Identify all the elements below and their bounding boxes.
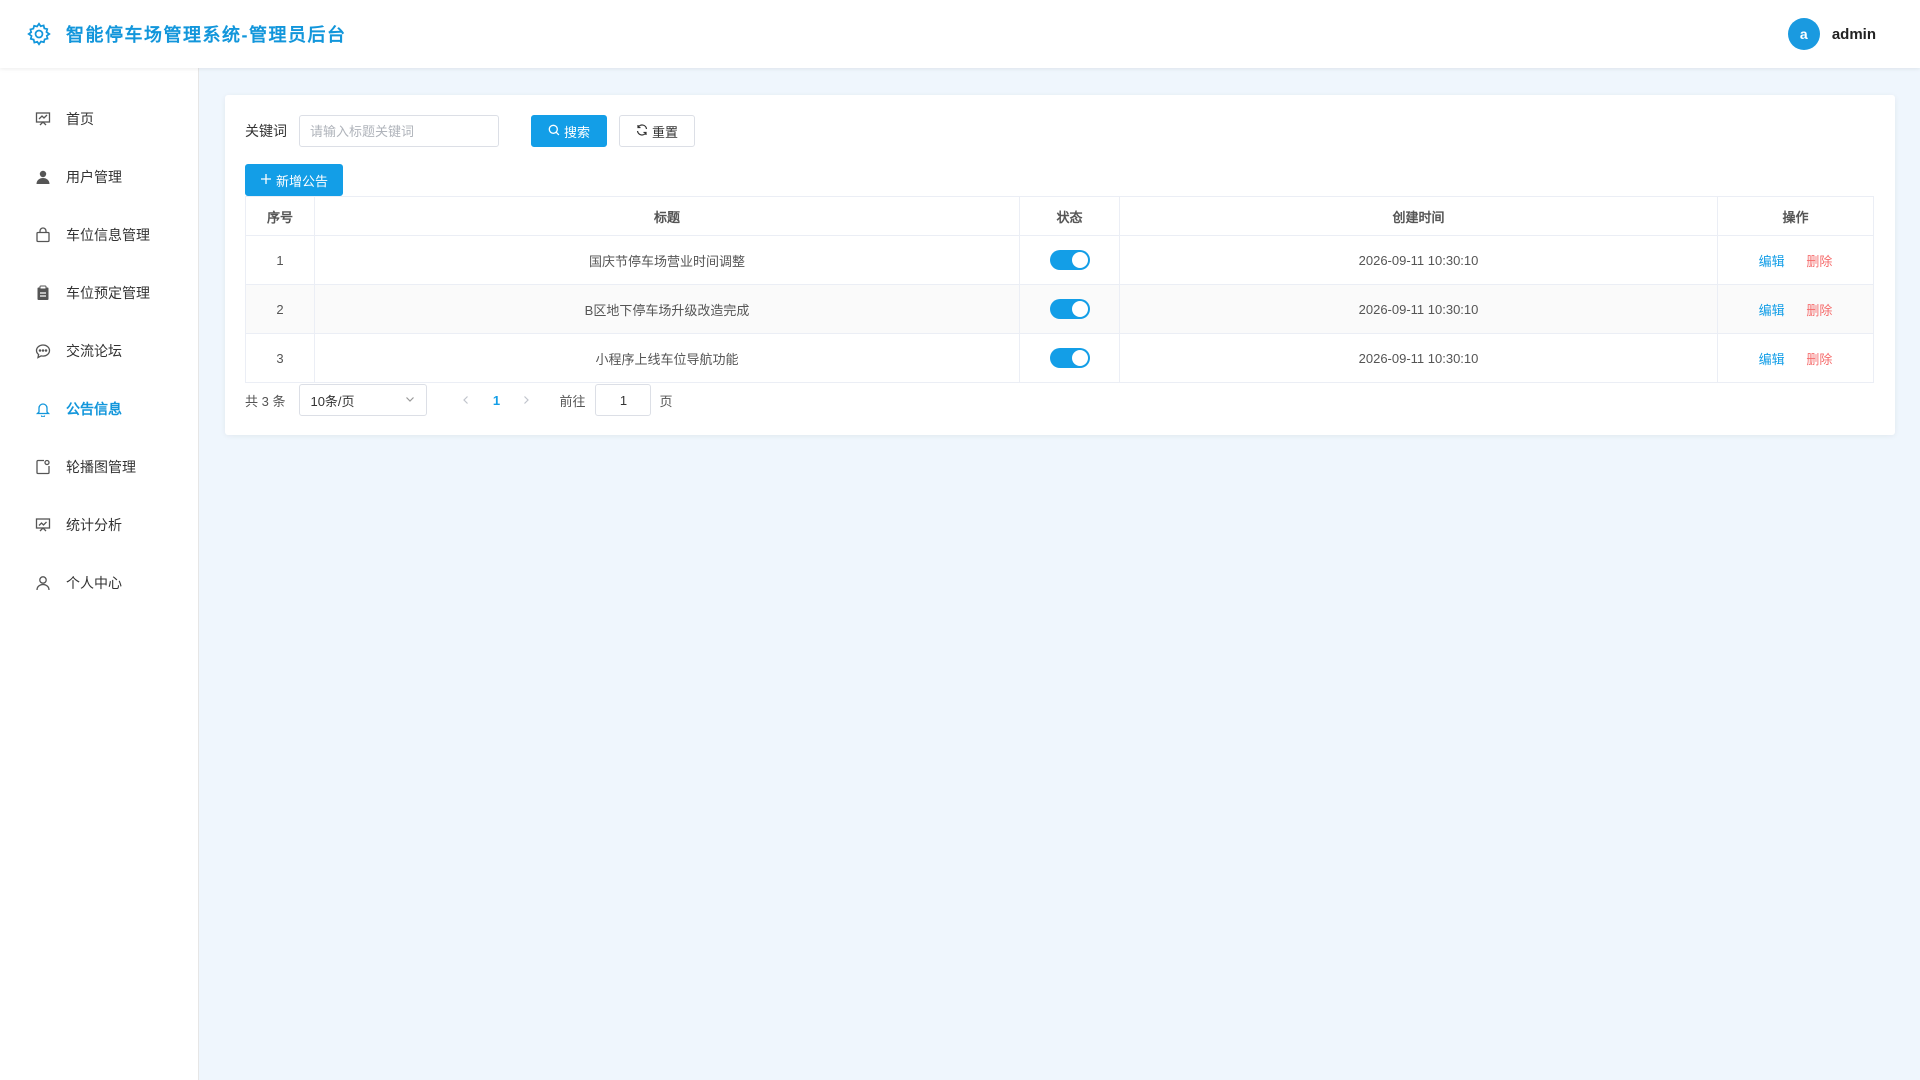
top-header: 智能停车场管理系统-管理员后台 a admin bbox=[0, 0, 1920, 68]
user-menu[interactable]: a admin bbox=[1787, 18, 1896, 50]
search-icon bbox=[548, 124, 560, 139]
brand: 智能停车场管理系统-管理员后台 bbox=[26, 21, 347, 47]
toolbar: 新增公告 bbox=[245, 164, 1875, 196]
chevron-right-icon bbox=[524, 395, 530, 404]
edit-link[interactable]: 编辑 bbox=[1759, 254, 1785, 269]
row-title: 国庆节停车场营业时间调整 bbox=[314, 235, 1020, 285]
person-icon bbox=[34, 574, 52, 592]
row-title: 小程序上线车位导航功能 bbox=[314, 333, 1020, 383]
status-toggle[interactable] bbox=[1049, 299, 1090, 319]
username[interactable]: admin bbox=[1832, 26, 1876, 43]
next-page-button[interactable] bbox=[511, 393, 541, 408]
sidebar-item-users[interactable]: 用户管理 bbox=[0, 148, 198, 206]
table-row: 2 B区地下停车场升级改造完成 2026-09-11 10:30:10 编辑 删… bbox=[245, 284, 1874, 334]
sidebar-item-label: 交流论坛 bbox=[66, 343, 122, 359]
sidebar-item-space-info[interactable]: 车位信息管理 bbox=[0, 206, 198, 264]
row-index: 2 bbox=[245, 284, 315, 334]
toggle-knob bbox=[1071, 252, 1088, 268]
chevron-left-icon bbox=[463, 395, 469, 404]
table-row: 1 国庆节停车场营业时间调整 2026-09-11 10:30:10 编辑 删除 bbox=[245, 235, 1874, 285]
shopping-bag-icon bbox=[34, 226, 52, 244]
sidebar-item-announcements[interactable]: 公告信息 bbox=[0, 380, 198, 438]
add-button-label: 新增公告 bbox=[276, 173, 329, 189]
sidebar-item-label: 个人中心 bbox=[66, 575, 122, 591]
goto-page-input[interactable] bbox=[595, 384, 652, 416]
reset-button[interactable]: 重置 bbox=[619, 115, 696, 147]
chat-icon bbox=[34, 342, 52, 360]
toggle-knob bbox=[1071, 301, 1088, 317]
refresh-icon bbox=[636, 123, 648, 139]
row-created-time: 2026-09-11 10:30:10 bbox=[1119, 235, 1718, 285]
edit-link[interactable]: 编辑 bbox=[1759, 352, 1785, 367]
delete-link[interactable]: 删除 bbox=[1806, 303, 1832, 318]
announcement-table: 序号 标题 状态 创建时间 操作 1 国庆节停车场营业时间调整 2026-09-… bbox=[245, 196, 1874, 383]
edit-link[interactable]: 编辑 bbox=[1759, 303, 1785, 318]
column-header-index: 序号 bbox=[245, 196, 315, 236]
carousel-icon bbox=[34, 458, 52, 476]
row-status bbox=[1019, 235, 1120, 285]
chevron-down-icon bbox=[404, 393, 416, 408]
search-button[interactable]: 搜索 bbox=[531, 115, 608, 147]
keyword-label: 关键词 bbox=[245, 123, 287, 139]
row-status bbox=[1019, 333, 1120, 383]
prev-page-button[interactable] bbox=[451, 393, 481, 408]
sidebar-item-label: 统计分析 bbox=[66, 517, 122, 533]
row-index: 3 bbox=[245, 333, 315, 383]
filter-bar: 关键词 搜索 重置 bbox=[245, 115, 1875, 147]
search-button-label: 搜索 bbox=[564, 124, 591, 140]
status-toggle[interactable] bbox=[1049, 348, 1090, 368]
app-title: 智能停车场管理系统-管理员后台 bbox=[66, 25, 347, 45]
sidebar-item-statistics[interactable]: 统计分析 bbox=[0, 496, 198, 554]
page-size-value: 10条/页 bbox=[310, 393, 355, 409]
sidebar-item-profile[interactable]: 个人中心 bbox=[0, 554, 198, 612]
sidebar-item-label: 轮播图管理 bbox=[66, 459, 136, 475]
row-status bbox=[1019, 284, 1120, 334]
announcement-panel: 关键词 搜索 重置 新增公告 序号 标 bbox=[225, 95, 1895, 435]
page-size-select[interactable]: 10条/页 bbox=[299, 384, 428, 416]
delete-link[interactable]: 删除 bbox=[1806, 254, 1832, 269]
delete-link[interactable]: 删除 bbox=[1806, 352, 1832, 367]
status-toggle[interactable] bbox=[1049, 250, 1090, 270]
bell-icon bbox=[34, 400, 52, 418]
page-number-current[interactable]: 1 bbox=[481, 393, 511, 408]
column-header-status: 状态 bbox=[1019, 196, 1120, 236]
row-actions: 编辑 删除 bbox=[1717, 235, 1874, 285]
sidebar-item-label: 车位信息管理 bbox=[66, 227, 150, 243]
plus-icon bbox=[260, 173, 272, 188]
page-suffix: 页 bbox=[659, 393, 673, 409]
dashboard-icon bbox=[34, 110, 52, 128]
row-actions: 编辑 删除 bbox=[1717, 333, 1874, 383]
total-count: 共 3 条 bbox=[245, 393, 286, 409]
row-created-time: 2026-09-11 10:30:10 bbox=[1119, 284, 1718, 334]
user-icon bbox=[34, 168, 52, 186]
column-header-actions: 操作 bbox=[1717, 196, 1874, 236]
sidebar-item-carousel[interactable]: 轮播图管理 bbox=[0, 438, 198, 496]
clipboard-icon bbox=[34, 284, 52, 302]
chart-icon bbox=[34, 516, 52, 534]
sidebar-item-label: 用户管理 bbox=[66, 169, 122, 185]
sidebar: 首页 用户管理 车位信息管理 车位预定管理 交流论坛 公告信息 轮播图管理 统计… bbox=[0, 68, 199, 1080]
row-title: B区地下停车场升级改造完成 bbox=[314, 284, 1020, 334]
toggle-knob bbox=[1071, 350, 1088, 366]
sidebar-item-label: 公告信息 bbox=[66, 401, 122, 417]
sidebar-item-forum[interactable]: 交流论坛 bbox=[0, 322, 198, 380]
avatar[interactable]: a bbox=[1787, 18, 1820, 50]
column-header-created: 创建时间 bbox=[1119, 196, 1718, 236]
column-header-title: 标题 bbox=[314, 196, 1020, 236]
sidebar-item-reservations[interactable]: 车位预定管理 bbox=[0, 264, 198, 322]
add-announcement-button[interactable]: 新增公告 bbox=[245, 164, 344, 196]
sidebar-item-label: 首页 bbox=[66, 111, 94, 127]
gear-icon bbox=[26, 21, 52, 47]
table-header-row: 序号 标题 状态 创建时间 操作 bbox=[245, 196, 1874, 236]
sidebar-item-home[interactable]: 首页 bbox=[0, 90, 198, 148]
row-index: 1 bbox=[245, 235, 315, 285]
row-actions: 编辑 删除 bbox=[1717, 284, 1874, 334]
goto-label: 前往 bbox=[559, 393, 586, 409]
row-created-time: 2026-09-11 10:30:10 bbox=[1119, 333, 1718, 383]
pagination: 共 3 条 10条/页 1 前往 页 bbox=[245, 384, 1875, 416]
keyword-input[interactable] bbox=[299, 115, 499, 147]
reset-button-label: 重置 bbox=[652, 124, 679, 140]
sidebar-item-label: 车位预定管理 bbox=[66, 285, 150, 301]
table-row: 3 小程序上线车位导航功能 2026-09-11 10:30:10 编辑 删除 bbox=[245, 333, 1874, 383]
